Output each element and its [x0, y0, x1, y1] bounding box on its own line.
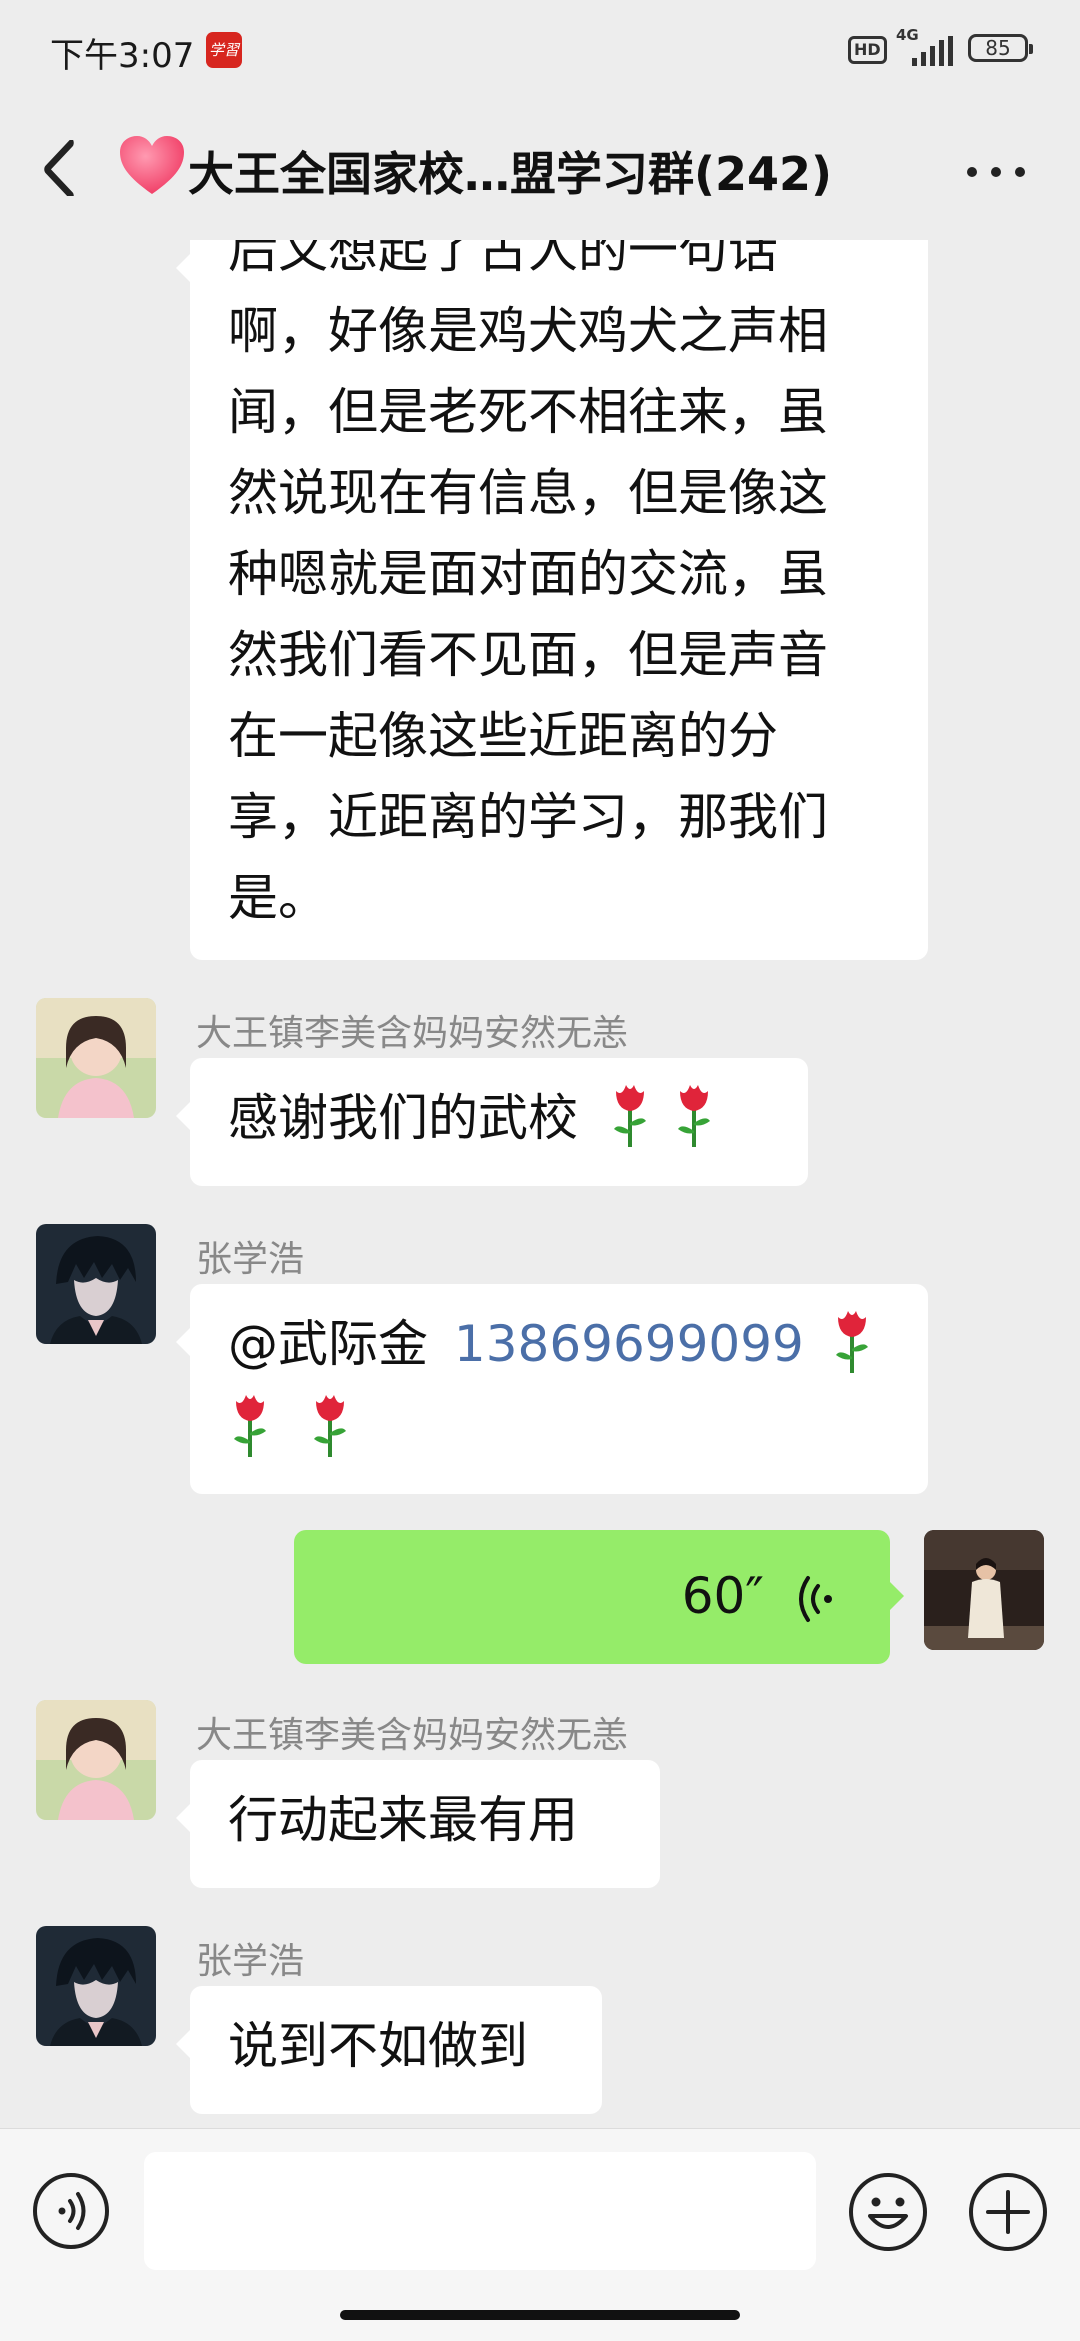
- sender-name: 张学浩: [196, 1941, 305, 1982]
- message-bubble[interactable]: 行动起来最有用: [176, 1760, 660, 1888]
- message-text: 说到不如做到: [228, 2017, 528, 2075]
- app-notification-icon: 学習: [206, 32, 242, 68]
- avatar[interactable]: [36, 1700, 156, 1820]
- message-line: 然说现在有信息，但是像这: [228, 464, 828, 522]
- emoji-icon[interactable]: [848, 2172, 928, 2252]
- rose-emoji-icon: [677, 1085, 710, 1147]
- add-more-icon[interactable]: [968, 2172, 1048, 2252]
- rose-emoji-icon: [314, 1395, 346, 1457]
- home-indicator[interactable]: [340, 2310, 740, 2320]
- message-line: 享，近距离的学习，那我们: [228, 788, 828, 846]
- heart-icon: [120, 136, 184, 194]
- chat-title[interactable]: 大王全国家校…盟学习群(242): [188, 138, 832, 204]
- message-line: 啊，好像是鸡犬鸡犬之声相: [228, 302, 828, 360]
- rose-emoji-icon: [234, 1395, 266, 1457]
- avatar[interactable]: [36, 1224, 156, 1344]
- sender-name: 大王镇李美含妈妈安然无恙: [196, 1715, 629, 1756]
- back-arrow-icon[interactable]: [42, 140, 76, 196]
- hd-voice-icon: HD: [848, 36, 887, 64]
- message-line: 是。: [228, 869, 328, 927]
- message-bubble[interactable]: 后又想起了古人的一句话 啊，好像是鸡犬鸡犬之声相 闻，但是老死不相往来，虽 然说…: [176, 240, 928, 960]
- avatar[interactable]: [36, 1926, 156, 2046]
- message-line: 种嗯就是面对面的交流，虽: [228, 545, 828, 603]
- message-text: 行动起来最有用: [228, 1791, 578, 1849]
- message-line: 后又想起了古人的一句话: [228, 240, 778, 279]
- more-options-icon[interactable]: [966, 166, 1026, 178]
- mention-text[interactable]: @武际金: [228, 1315, 428, 1373]
- message-line: 然我们看不见面，但是声音: [228, 626, 828, 684]
- message-input[interactable]: [144, 2152, 816, 2270]
- message-list[interactable]: 后又想起了古人的一句话 啊，好像是鸡犬鸡犬之声相 闻，但是老死不相往来，虽 然说…: [0, 240, 1080, 2128]
- sender-name: 张学浩: [196, 1239, 305, 1280]
- phone-number-link[interactable]: 13869699099: [454, 1315, 804, 1373]
- message-bubble[interactable]: @武际金 13869699099: [176, 1284, 928, 1494]
- voice-message-bubble[interactable]: 60″: [294, 1530, 904, 1664]
- rose-emoji-icon: [835, 1311, 868, 1373]
- avatar[interactable]: [36, 998, 156, 1118]
- my-avatar[interactable]: [924, 1530, 1044, 1650]
- voice-wave-icon: [799, 1576, 832, 1622]
- message-bubble[interactable]: 感谢我们的武校: [176, 1058, 808, 1186]
- sender-name: 大王镇李美含妈妈安然无恙: [196, 1013, 629, 1054]
- rose-emoji-icon: [613, 1085, 646, 1147]
- message-line: 闻，但是老死不相往来，虽: [228, 383, 828, 441]
- status-time: 下午3:07: [50, 36, 195, 76]
- voice-input-icon[interactable]: [32, 2172, 110, 2250]
- message-line: 在一起像这些近距离的分: [228, 707, 778, 765]
- signal-strength-icon: [912, 36, 953, 66]
- voice-duration: 60″: [681, 1567, 764, 1625]
- message-text: 感谢我们的武校: [228, 1089, 578, 1147]
- message-bubble[interactable]: 说到不如做到: [176, 1986, 602, 2114]
- battery-icon: 85: [968, 34, 1033, 62]
